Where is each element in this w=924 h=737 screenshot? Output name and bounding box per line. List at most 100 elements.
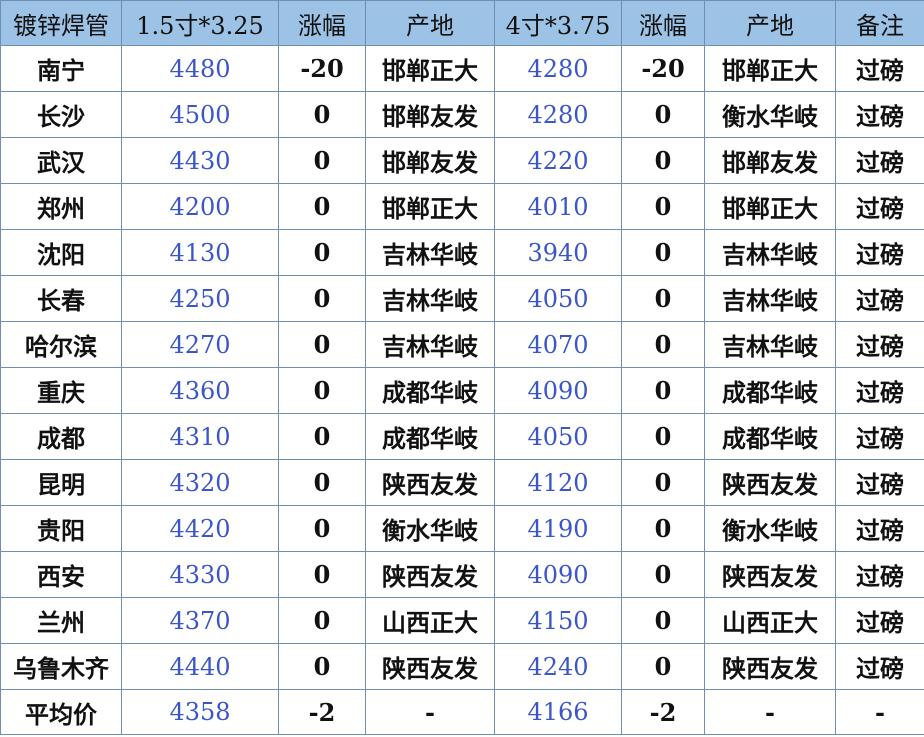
price-cell-2: 3940: [494, 229, 622, 276]
header-change-2: 涨幅: [621, 0, 705, 46]
note-cell: 过磅: [835, 643, 924, 690]
price-cell-1: 4430: [121, 137, 279, 184]
city-cell: 昆明: [0, 459, 122, 506]
note-cell: -: [835, 689, 924, 735]
price-cell-1: 4200: [121, 183, 279, 230]
change-cell-2: 0: [621, 137, 705, 184]
city-cell: 哈尔滨: [0, 321, 122, 368]
note-cell: 过磅: [835, 275, 924, 322]
change-cell-1: 0: [278, 551, 366, 598]
change-cell-1: 0: [278, 505, 366, 552]
change-cell-1: -2: [278, 689, 366, 735]
origin-cell-2: 衡水华岐: [704, 91, 836, 138]
price-table: 镀锌焊管 1.5寸*3.25 涨幅 产地 4寸*3.75 涨幅 产地 备注 南宁…: [0, 0, 924, 735]
origin-cell-2: 吉林华岐: [704, 321, 836, 368]
origin-cell-2: 邯郸正大: [704, 183, 836, 230]
origin-cell-1: 邯郸正大: [365, 183, 495, 230]
change-cell-1: 0: [278, 367, 366, 414]
price-cell-1: 4360: [121, 367, 279, 414]
change-cell-2: 0: [621, 321, 705, 368]
origin-cell-1: 吉林华岐: [365, 229, 495, 276]
header-row: 镀锌焊管 1.5寸*3.25 涨幅 产地 4寸*3.75 涨幅 产地 备注: [0, 0, 924, 46]
change-cell-1: 0: [278, 413, 366, 460]
header-spec-2: 4寸*3.75: [494, 0, 622, 46]
price-cell-1: 4500: [121, 91, 279, 138]
table-row: 重庆 4360 0 成都华岐 4090 0 成都华岐 过磅: [0, 367, 924, 414]
price-cell-1: 4130: [121, 229, 279, 276]
price-cell-2: 4240: [494, 643, 622, 690]
price-cell-2: 4090: [494, 551, 622, 598]
note-cell: 过磅: [835, 91, 924, 138]
city-cell: 郑州: [0, 183, 122, 230]
change-cell-2: 0: [621, 413, 705, 460]
change-cell-1: 0: [278, 459, 366, 506]
change-cell-2: 0: [621, 367, 705, 414]
table-row: 哈尔滨 4270 0 吉林华岐 4070 0 吉林华岐 过磅: [0, 321, 924, 368]
table-row: 乌鲁木齐 4440 0 陕西友发 4240 0 陕西友发 过磅: [0, 643, 924, 690]
header-origin-1: 产地: [365, 0, 495, 46]
header-origin-2: 产地: [704, 0, 836, 46]
origin-cell-1: 邯郸正大: [365, 45, 495, 92]
price-cell-2: 4010: [494, 183, 622, 230]
change-cell-1: 0: [278, 137, 366, 184]
price-cell-2: 4166: [494, 689, 622, 735]
origin-cell-1: 陕西友发: [365, 551, 495, 598]
change-cell-2: 0: [621, 505, 705, 552]
city-cell: 乌鲁木齐: [0, 643, 122, 690]
origin-cell-2: 吉林华岐: [704, 229, 836, 276]
price-cell-2: 4050: [494, 413, 622, 460]
change-cell-1: 0: [278, 275, 366, 322]
note-cell: 过磅: [835, 597, 924, 644]
change-cell-2: 0: [621, 459, 705, 506]
table-row: 平均价 4358 -2-4166 -2- -: [0, 689, 924, 735]
origin-cell-1: 衡水华岐: [365, 505, 495, 552]
origin-cell-2: 邯郸正大: [704, 45, 836, 92]
change-cell-2: 0: [621, 275, 705, 322]
price-cell-1: 4480: [121, 45, 279, 92]
change-cell-1: 0: [278, 597, 366, 644]
table-row: 长春 4250 0 吉林华岐 4050 0 吉林华岐 过磅: [0, 275, 924, 322]
city-cell: 武汉: [0, 137, 122, 184]
header-spec-1: 1.5寸*3.25: [121, 0, 279, 46]
price-cell-2: 4090: [494, 367, 622, 414]
origin-cell-2: -: [704, 689, 836, 735]
origin-cell-1: 成都华岐: [365, 413, 495, 460]
origin-cell-2: 邯郸友发: [704, 137, 836, 184]
price-cell-2: 4220: [494, 137, 622, 184]
header-note: 备注: [835, 0, 924, 46]
header-change-1: 涨幅: [278, 0, 366, 46]
origin-cell-2: 陕西友发: [704, 459, 836, 506]
city-cell: 平均价: [0, 689, 122, 735]
change-cell-1: 0: [278, 229, 366, 276]
table-row: 南宁 4480 -20 邯郸正大 4280 -20 邯郸正大 过磅: [0, 45, 924, 92]
table-row: 成都 4310 0 成都华岐 4050 0 成都华岐 过磅: [0, 413, 924, 460]
price-cell-1: 4270: [121, 321, 279, 368]
city-cell: 南宁: [0, 45, 122, 92]
change-cell-2: -20: [621, 45, 705, 92]
origin-cell-2: 陕西友发: [704, 551, 836, 598]
origin-cell-2: 陕西友发: [704, 643, 836, 690]
origin-cell-1: 山西正大: [365, 597, 495, 644]
price-cell-1: 4250: [121, 275, 279, 322]
note-cell: 过磅: [835, 459, 924, 506]
header-product: 镀锌焊管: [0, 0, 122, 46]
table-row: 郑州 4200 0 邯郸正大 4010 0 邯郸正大 过磅: [0, 183, 924, 230]
note-cell: 过磅: [835, 137, 924, 184]
origin-cell-1: -: [365, 689, 495, 735]
city-cell: 西安: [0, 551, 122, 598]
note-cell: 过磅: [835, 551, 924, 598]
note-cell: 过磅: [835, 367, 924, 414]
origin-cell-1: 陕西友发: [365, 459, 495, 506]
change-cell-2: 0: [621, 183, 705, 230]
city-cell: 长春: [0, 275, 122, 322]
price-cell-2: 4070: [494, 321, 622, 368]
change-cell-2: 0: [621, 551, 705, 598]
price-cell-1: 4320: [121, 459, 279, 506]
origin-cell-2: 成都华岐: [704, 367, 836, 414]
table-row: 武汉 4430 0 邯郸友发 4220 0 邯郸友发 过磅: [0, 137, 924, 184]
table-row: 沈阳 4130 0 吉林华岐 3940 0 吉林华岐 过磅: [0, 229, 924, 276]
price-cell-1: 4370: [121, 597, 279, 644]
change-cell-2: 0: [621, 91, 705, 138]
origin-cell-2: 山西正大: [704, 597, 836, 644]
city-cell: 沈阳: [0, 229, 122, 276]
